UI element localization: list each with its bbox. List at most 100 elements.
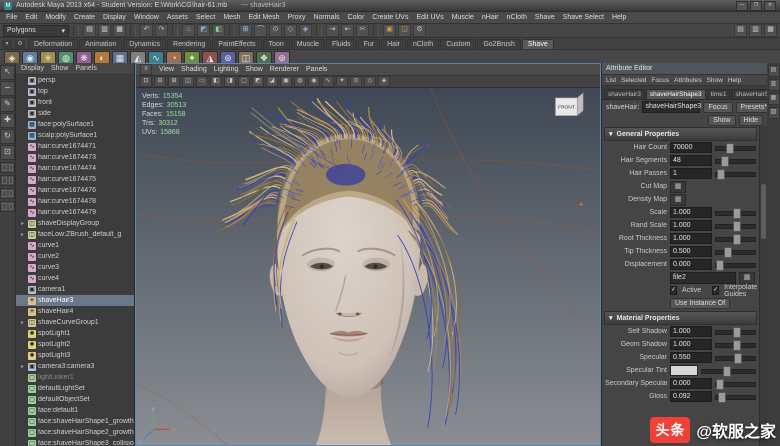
outliner-item-scalp-polysurface1[interactable]: ▦scalp:polySurface1 bbox=[16, 130, 134, 141]
make-live-icon[interactable]: ◈ bbox=[299, 24, 312, 37]
slider-handle[interactable] bbox=[716, 260, 724, 271]
expand-arrow-icon[interactable]: ▸ bbox=[19, 231, 26, 238]
viewport-tool-icon-16[interactable]: ⊙ bbox=[350, 76, 362, 87]
menu-normals[interactable]: Normals bbox=[313, 14, 339, 21]
focus-button[interactable]: Focus bbox=[703, 102, 732, 113]
rotate-tool-icon[interactable]: ↻ bbox=[0, 129, 15, 144]
menu-modify[interactable]: Modify bbox=[45, 14, 66, 21]
shelf-gear-icon[interactable]: ⚙ bbox=[15, 40, 25, 49]
attr-value-field[interactable]: 0.550 bbox=[670, 352, 712, 363]
input-connections-icon[interactable]: ⇥ bbox=[326, 24, 339, 37]
outliner-item-face-polysurface1[interactable]: ▦face:polySurface1 bbox=[16, 119, 134, 130]
expand-arrow-icon[interactable]: ▸ bbox=[19, 220, 26, 227]
outliner-item-curve1[interactable]: ∿curve1 bbox=[16, 240, 134, 251]
viewport-menu-view[interactable]: View bbox=[159, 66, 174, 73]
attr-value-field[interactable]: 1 bbox=[670, 168, 712, 179]
panel-menu-icon[interactable]: ≡ bbox=[140, 64, 152, 75]
expand-arrow-icon[interactable]: ▸ bbox=[19, 363, 26, 370]
ipr-render-icon[interactable]: ◲ bbox=[398, 24, 411, 37]
slider-handle[interactable] bbox=[733, 208, 741, 219]
checkbox-active[interactable]: ✓ bbox=[670, 286, 677, 295]
viewport-tool-icon-10[interactable]: ◪ bbox=[266, 76, 278, 87]
shelf-tab-animation[interactable]: Animation bbox=[79, 39, 122, 49]
menu-nhair[interactable]: nHair bbox=[482, 14, 499, 21]
attr-value-field[interactable]: 1.000 bbox=[670, 326, 712, 337]
viewport-menu-shading[interactable]: Shading bbox=[181, 66, 207, 73]
attribute-editor-toggle-icon[interactable]: ▤ bbox=[734, 24, 747, 37]
outliner-item-face-shavehairshape3-collision[interactable]: ▢face:shaveHairShape3_collision bbox=[16, 438, 134, 446]
titlebar[interactable]: M Autodesk Maya 2013 x64 - Student Versi… bbox=[0, 0, 780, 12]
scale-tool-icon[interactable]: ⊡ bbox=[0, 145, 15, 160]
shelf-tab-ncloth[interactable]: nCloth bbox=[407, 39, 439, 49]
select-hierarchy-icon[interactable]: ⌂ bbox=[182, 24, 195, 37]
viewport-tool-icon-3[interactable]: ⊞ bbox=[168, 76, 180, 87]
slider-handle[interactable] bbox=[733, 327, 741, 338]
paint-select-tool-icon[interactable]: ✎ bbox=[0, 97, 15, 112]
attr-slider[interactable] bbox=[715, 379, 756, 388]
node-name-field[interactable]: shaveHairShape3 bbox=[642, 101, 700, 113]
ae-tab-shavehair3[interactable]: shaveHair3 bbox=[604, 89, 645, 99]
checkbox-interpolate-guides[interactable]: ✓ bbox=[712, 286, 719, 295]
outliner-item-shavecurvegroup1[interactable]: ▸◫shaveCurveGroup1 bbox=[16, 317, 134, 328]
select-component-icon[interactable]: ◧ bbox=[212, 24, 225, 37]
outliner-item-hair-curve1674478[interactable]: ∿hair:curve1674478 bbox=[16, 196, 134, 207]
section-general-properties[interactable]: ▾General Properties bbox=[604, 127, 757, 141]
menu-window[interactable]: Window bbox=[134, 14, 159, 21]
viewport-tool-icon-15[interactable]: ✦ bbox=[336, 76, 348, 87]
menu-shave-select[interactable]: Shave Select bbox=[563, 14, 604, 21]
slider-handle[interactable] bbox=[718, 392, 726, 403]
outliner-item-defaultlightset[interactable]: ▢defaultLightSet bbox=[16, 383, 134, 394]
ae-menu-list[interactable]: List bbox=[606, 77, 616, 84]
panel-toggle-icon-1[interactable]: ▤ bbox=[768, 65, 780, 77]
menu-shave[interactable]: Shave bbox=[535, 14, 555, 21]
outliner-item-hair-curve1674471[interactable]: ∿hair:curve1674471 bbox=[16, 141, 134, 152]
viewport-tool-icon-18[interactable]: ◈ bbox=[378, 76, 390, 87]
viewport-tool-icon-13[interactable]: ◉ bbox=[308, 76, 320, 87]
outliner-item-top[interactable]: ▣top bbox=[16, 86, 134, 97]
attr-value-field[interactable]: 0.000 bbox=[670, 378, 712, 389]
minimize-button[interactable]: — bbox=[736, 1, 748, 11]
outliner-item-face-shavehairshape2-growth[interactable]: ▢face:shaveHairShape2_growth bbox=[16, 427, 134, 438]
menu-create-uvs[interactable]: Create UVs bbox=[372, 14, 408, 21]
move-tool-icon[interactable]: ✚ bbox=[0, 113, 15, 128]
viewport-menu-panels[interactable]: Panels bbox=[306, 66, 327, 73]
outliner-menu-panels[interactable]: Panels bbox=[75, 65, 96, 72]
shelf-menu-icon[interactable]: ▾ bbox=[2, 40, 12, 49]
menu-muscle[interactable]: Muscle bbox=[452, 14, 474, 21]
outliner-item-shavehair4[interactable]: ✳shaveHair4 bbox=[16, 306, 134, 317]
shelf-tab-custom[interactable]: Custom bbox=[440, 39, 476, 49]
outliner-item-spotlight1[interactable]: ✺spotLight1 bbox=[16, 328, 134, 339]
attr-slider[interactable] bbox=[715, 353, 756, 362]
attr-slider[interactable] bbox=[715, 247, 756, 256]
slider-handle[interactable] bbox=[724, 247, 732, 258]
undo-icon[interactable]: ↶ bbox=[140, 24, 153, 37]
select-object-icon[interactable]: ◩ bbox=[197, 24, 210, 37]
menu-edit[interactable]: Edit bbox=[25, 14, 37, 21]
map-button[interactable]: ▦ bbox=[670, 194, 686, 206]
map-button[interactable]: ▦ bbox=[739, 272, 755, 284]
texture-field[interactable]: file2 bbox=[670, 272, 736, 284]
ae-menu-help[interactable]: Help bbox=[728, 77, 741, 84]
outliner-item-facelow-zbrush-default-g[interactable]: ▸◫faceLow:ZBrush_default_g bbox=[16, 229, 134, 240]
shelf-tab-rendering[interactable]: Rendering bbox=[167, 39, 211, 49]
slider-handle[interactable] bbox=[733, 221, 741, 232]
shelf-tab-fur[interactable]: Fur bbox=[358, 39, 381, 49]
attr-slider[interactable] bbox=[715, 143, 756, 152]
color-swatch[interactable] bbox=[670, 365, 698, 376]
viewport-tool-icon-6[interactable]: ◧ bbox=[210, 76, 222, 87]
select-tool-icon[interactable]: ↖ bbox=[0, 65, 15, 80]
slider-handle[interactable] bbox=[733, 340, 741, 351]
slider-handle[interactable] bbox=[717, 169, 725, 180]
outliner-item-persp[interactable]: ▣persp bbox=[16, 75, 134, 86]
outliner-item-face-default1[interactable]: ▢face:default1 bbox=[16, 405, 134, 416]
redo-icon[interactable]: ↷ bbox=[155, 24, 168, 37]
shelf-tab-deformation[interactable]: Deformation bbox=[28, 39, 78, 49]
outliner-item-lightlinker1[interactable]: ▢lightLinker1 bbox=[16, 372, 134, 383]
viewport-menu-show[interactable]: Show bbox=[245, 66, 263, 73]
maximize-button[interactable]: ❐ bbox=[750, 1, 762, 11]
shelf-tab-shave[interactable]: Shave bbox=[522, 39, 554, 49]
construction-history-icon[interactable]: ✂ bbox=[356, 24, 369, 37]
output-connections-icon[interactable]: ⇤ bbox=[341, 24, 354, 37]
outliner-item-defaultobjectset[interactable]: ▢defaultObjectSet bbox=[16, 394, 134, 405]
outliner-item-spotlight3[interactable]: ✺spotLight3 bbox=[16, 350, 134, 361]
